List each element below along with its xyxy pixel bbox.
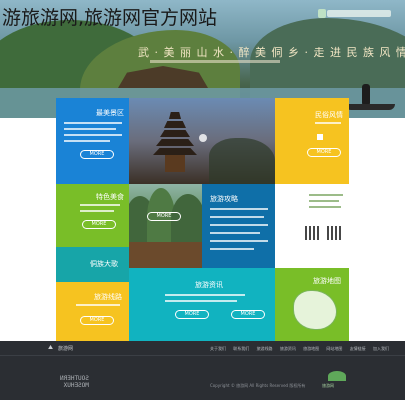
hero-slogan: 武 · 美 丽 山 水 · 醉 美 侗 乡 · 走 进 民 族 风 情 (138, 46, 405, 59)
tile-title: 特色美食 (96, 193, 124, 201)
tile-local-food[interactable]: 特色美食 MORE (56, 184, 129, 247)
footer-links: 关于我们 联系我们 旅游线路 旅游资讯 旅游地图 网站地图 友情链接 加入我们 (210, 346, 395, 352)
footer-link[interactable]: 友情链接 (350, 346, 366, 351)
play-icon[interactable] (199, 134, 207, 142)
tile-travel-news[interactable]: 旅游资讯 MORE MORE (129, 268, 275, 341)
hero-subline (150, 60, 280, 63)
wechat-qr-code[interactable] (305, 226, 319, 240)
footer-link[interactable]: 加入我们 (373, 346, 389, 351)
karst-photo[interactable]: MORE (129, 184, 202, 268)
footer-link[interactable]: 旅游地图 (303, 346, 319, 351)
footer-brand[interactable]: 旅游网 (58, 345, 73, 352)
tile-travel-routes[interactable]: 旅游线路 MORE (56, 282, 129, 341)
tile-title: 旅游攻略 (210, 195, 238, 203)
text-line (210, 208, 268, 210)
tile-scenic-spots[interactable]: 最美景区 MORE (56, 98, 129, 184)
more-button[interactable]: MORE (307, 148, 341, 157)
text-line (309, 206, 341, 208)
more-button[interactable]: MORE (80, 316, 114, 325)
footer-link[interactable]: 关于我们 (210, 346, 226, 351)
text-line (210, 224, 268, 226)
tile-travel-guide[interactable]: 旅游攻略 (202, 184, 275, 268)
site-footer: ⛰ 旅游网 关于我们 联系我们 旅游线路 旅游资讯 旅游地图 网站地图 友情链接… (0, 341, 405, 400)
footer-stamp: SOUTHERN MOSEHUX (60, 375, 89, 389)
boat-shape (345, 104, 395, 110)
footer-logo-icon (328, 371, 346, 381)
pagoda-photo[interactable] (129, 98, 275, 184)
site-logo-icon[interactable] (318, 9, 326, 18)
footer-divider (0, 355, 405, 356)
content-grid: 最美景区 MORE 民俗风情 MORE 特色美食 MORE MORE 旅游攻略 … (56, 98, 349, 341)
tile-title: 民俗风情 (315, 111, 343, 119)
text-line (210, 248, 254, 250)
text-line (309, 200, 339, 202)
text-line (210, 232, 260, 234)
tile-title: 旅游线路 (94, 293, 122, 301)
tile-dong-song[interactable]: 侗族大歌 (56, 247, 129, 282)
fisherman-figure (362, 84, 370, 106)
text-line (64, 134, 122, 136)
tile-travel-map[interactable]: 旅游地图 (275, 268, 349, 341)
site-logo[interactable] (327, 10, 391, 17)
more-button[interactable]: MORE (147, 212, 181, 221)
text-line (165, 300, 237, 302)
text-line (64, 140, 110, 142)
tile-title: 旅游地图 (313, 277, 341, 285)
drum-tower-shape (153, 112, 197, 172)
text-line (165, 294, 245, 296)
region-map[interactable] (293, 290, 337, 330)
more-button[interactable]: MORE (231, 310, 265, 319)
footer-link[interactable]: 联系我们 (233, 346, 249, 351)
text-line (210, 216, 264, 218)
tile-title: 最美景区 (96, 109, 124, 117)
footer-link[interactable]: 旅游线路 (257, 346, 273, 351)
text-line (64, 128, 116, 130)
more-button[interactable]: MORE (80, 150, 114, 159)
text-line (64, 122, 122, 124)
tile-title: 侗族大歌 (90, 260, 118, 268)
text-line (309, 194, 343, 196)
mountain-logo-icon: ⛰ (48, 344, 54, 351)
weibo-qr-code[interactable] (327, 226, 341, 240)
footer-link[interactable]: 旅游资讯 (280, 346, 296, 351)
footer-copyright: Copyright © 旅游网 All Rights Reserved 版权所有 (210, 383, 306, 388)
footer-link[interactable]: 网站地图 (326, 346, 342, 351)
village-roofs (129, 242, 202, 268)
text-line (76, 304, 120, 306)
tile-folk-customs[interactable]: 民俗风情 MORE (275, 98, 349, 184)
tile-qr-codes (275, 184, 349, 268)
phone-icon (317, 134, 323, 140)
more-button[interactable]: MORE (82, 220, 116, 229)
text-line (210, 240, 268, 242)
page-caption: 游旅游网,旅游网官方网站 (2, 7, 218, 29)
more-button[interactable]: MORE (175, 310, 209, 319)
text-line (80, 204, 120, 206)
text-line (80, 210, 114, 212)
text-line (315, 122, 341, 124)
tile-title: 旅游资讯 (195, 281, 223, 289)
footer-logo-caption: 旅游网 (322, 383, 334, 388)
